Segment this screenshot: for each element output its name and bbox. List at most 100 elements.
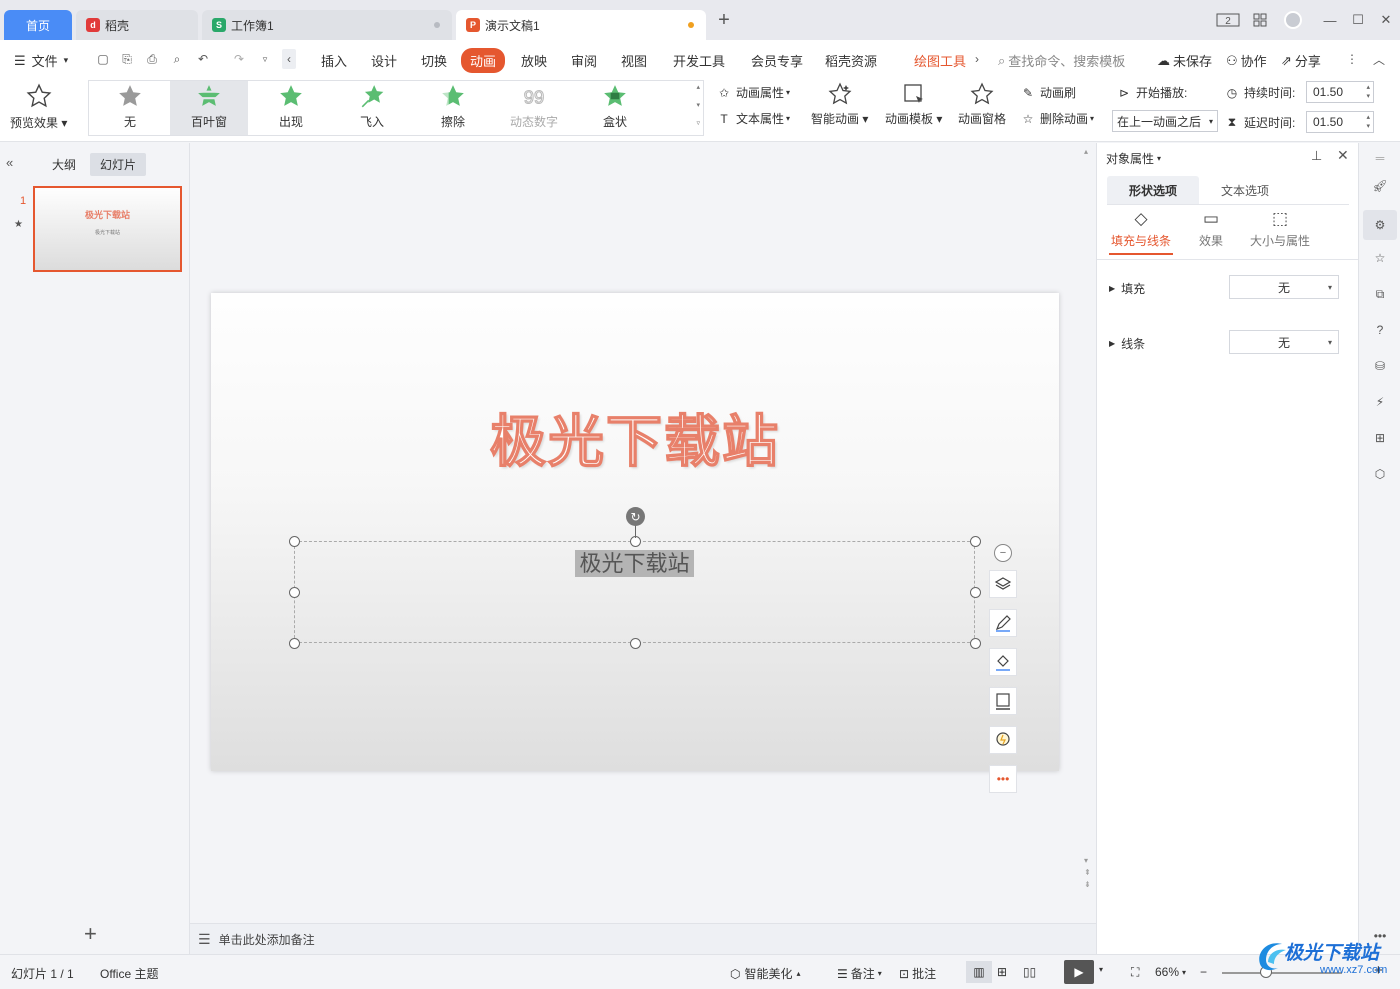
resize-handle-sw[interactable] <box>289 638 300 649</box>
add-slide-icon[interactable]: + <box>84 923 97 945</box>
search-box[interactable]: ⌕ 查找命令、搜索模板 <box>998 51 1125 70</box>
fill-bucket-icon[interactable] <box>989 648 1017 676</box>
menu-member[interactable]: 会员专享 <box>751 51 803 70</box>
anim-pane-button[interactable]: 动画窗格 <box>958 82 1006 127</box>
play-button[interactable]: ▶ <box>1064 960 1094 984</box>
delay-spinner-icon[interactable]: ▴ ▾ <box>1366 113 1370 131</box>
resize-handle-se[interactable] <box>970 638 981 649</box>
slide-thumbnail[interactable]: 极光下载站 极光下载站 <box>33 186 182 272</box>
file-menu[interactable]: ☰ 文件 ▾ <box>14 51 68 70</box>
anim-blinds[interactable]: 百叶窗 <box>170 81 248 135</box>
play-dropdown-icon[interactable]: ▾ <box>1099 965 1103 974</box>
resize-handle-s[interactable] <box>630 638 641 649</box>
anim-wipe[interactable]: 擦除 <box>414 81 492 135</box>
maximize-icon[interactable]: ☐ <box>1348 10 1368 30</box>
scroll-left-icon[interactable]: ‹ <box>282 49 296 69</box>
anim-appear[interactable]: 出现 <box>252 81 330 135</box>
print-icon[interactable]: ⎙ <box>143 50 161 68</box>
smart-anim-button[interactable]: 智能动画 ▾ <box>811 82 868 127</box>
cube-icon[interactable]: ⬡ <box>1369 463 1391 485</box>
scroll-right-icon[interactable]: › <box>968 50 986 68</box>
new-tab-icon[interactable]: + <box>714 9 734 31</box>
tab-workbook[interactable]: S 工作簿1 <box>202 10 452 40</box>
layers-icon[interactable] <box>989 570 1017 598</box>
menu-view[interactable]: 视图 <box>621 51 647 70</box>
backup-icon[interactable]: ⛁ <box>1369 355 1391 377</box>
menu-design[interactable]: 设计 <box>371 51 397 70</box>
export-pdf-icon[interactable]: ⎘ <box>118 50 136 68</box>
print-preview-icon[interactable]: ⌕ <box>168 50 186 68</box>
theme-name[interactable]: Office 主题 <box>100 965 158 982</box>
line-dropdown[interactable]: 无 ▾ <box>1229 330 1339 354</box>
menu-animation[interactable]: 动画 <box>461 48 506 73</box>
subtab-effect[interactable]: ▭ 效果 <box>1191 209 1231 249</box>
menu-daoke-resources[interactable]: 稻壳资源 <box>825 51 877 70</box>
anim-dynamic-number[interactable]: 99 动态数字 <box>495 81 573 135</box>
menu-transition[interactable]: 切换 <box>421 51 447 70</box>
layout-icon[interactable]: 2 <box>1216 10 1240 30</box>
anim-fly-in[interactable]: 飞入 <box>333 81 411 135</box>
share-button[interactable]: ⇗ 分享 <box>1281 51 1321 70</box>
anim-none[interactable]: 无 <box>91 81 169 135</box>
menu-drawing-tools[interactable]: 绘图工具 <box>914 51 966 70</box>
save-icon[interactable]: ▢ <box>94 50 112 68</box>
fill-dropdown[interactable]: 无 ▾ <box>1229 275 1339 299</box>
gallery-scroll-down-icon[interactable]: ▾ <box>696 101 700 109</box>
unsaved-button[interactable]: ☁ 未保存 <box>1157 51 1212 70</box>
collapse-ribbon-icon[interactable]: ︿ <box>1370 50 1388 68</box>
customize-quickbar-icon[interactable]: ▿ <box>256 50 274 68</box>
zoom-select[interactable]: 66% ▾ <box>1155 965 1186 979</box>
collapse-panel-icon[interactable]: « <box>6 155 13 170</box>
help-icon[interactable]: ? <box>1369 319 1391 341</box>
tab-presentation[interactable]: P 演示文稿1 <box>456 10 706 40</box>
text-props-button[interactable]: T 文本属性 ▾ <box>716 110 790 127</box>
subtab-fill-line[interactable]: ◇ 填充与线条 <box>1109 209 1173 255</box>
anim-props-button[interactable]: ✩ 动画属性 ▾ <box>716 84 790 101</box>
pen-icon[interactable] <box>989 609 1017 637</box>
pin-icon[interactable]: ⊥ <box>1311 148 1322 164</box>
collapse-tools-icon[interactable]: − <box>994 544 1012 562</box>
anim-template-button[interactable]: 动画模板 ▾ <box>885 82 942 127</box>
transition-icon[interactable]: ⧉ <box>1369 283 1391 305</box>
anim-box[interactable]: 盒状 <box>576 81 654 135</box>
gallery-scroll-up-icon[interactable]: ▴ <box>696 83 700 91</box>
sorter-view-icon[interactable]: ⊞ <box>997 965 1007 979</box>
panel-close-icon[interactable]: ✕ <box>1337 147 1349 164</box>
menu-developer[interactable]: 开发工具 <box>673 51 725 70</box>
border-icon[interactable] <box>989 687 1017 715</box>
gallery-expand-icon[interactable]: ▿ <box>696 119 700 127</box>
resize-handle-w[interactable] <box>289 587 300 598</box>
line-section[interactable]: ▶ 线条 <box>1109 335 1145 352</box>
notes-bar[interactable]: ☰ 单击此处添加备注 <box>190 923 1096 954</box>
minimize-icon[interactable]: — <box>1320 10 1340 30</box>
collab-button[interactable]: ⚇ 协作 <box>1226 51 1267 70</box>
reading-view-icon[interactable]: ▯▯ <box>1023 965 1036 979</box>
properties-icon[interactable]: ⚙ <box>1363 210 1397 240</box>
fill-section[interactable]: ▶ 填充 <box>1109 280 1145 297</box>
resize-handle-e[interactable] <box>970 587 981 598</box>
close-icon[interactable]: ✕ <box>1376 10 1396 30</box>
rocket-icon[interactable]: 🚀︎ <box>1369 175 1391 197</box>
animation-star-icon[interactable]: ☆ <box>1369 247 1391 269</box>
rotate-handle-icon[interactable]: ↻ <box>626 507 645 526</box>
normal-view-icon[interactable]: ▥ <box>966 961 992 983</box>
anim-brush-button[interactable]: ✎ 动画刷 <box>1020 84 1076 101</box>
book-icon[interactable]: ⊞ <box>1369 427 1391 449</box>
menu-review[interactable]: 审阅 <box>571 51 597 70</box>
canvas-scrollbar[interactable]: ▴ ▾ ⇞ ⇟ <box>1082 143 1096 923</box>
tab-daoke[interactable]: d 稻壳 <box>76 10 198 40</box>
unsaved-dot[interactable] <box>688 22 694 28</box>
subtab-size[interactable]: ⬚ 大小与属性 <box>1247 209 1313 249</box>
start-select[interactable]: 在上一动画之后 ▾ <box>1112 110 1218 132</box>
more-tools-icon[interactable]: ••• <box>989 765 1017 793</box>
redo-icon[interactable]: ↷ <box>230 50 248 68</box>
grid-apps-icon[interactable] <box>1250 10 1270 30</box>
resize-handle-nw[interactable] <box>289 536 300 547</box>
lightbulb-icon[interactable] <box>989 726 1017 754</box>
more-vertical-icon[interactable]: ⋮ <box>1343 50 1361 68</box>
comments-button[interactable]: ⊡ 批注 <box>899 965 936 982</box>
preview-effect-button[interactable]: 预览效果 ▾ <box>10 83 67 131</box>
fit-window-icon[interactable]: ⛶ <box>1131 965 1139 980</box>
tab-outline[interactable]: 大纲 <box>52 156 76 173</box>
menu-slideshow[interactable]: 放映 <box>521 51 547 70</box>
